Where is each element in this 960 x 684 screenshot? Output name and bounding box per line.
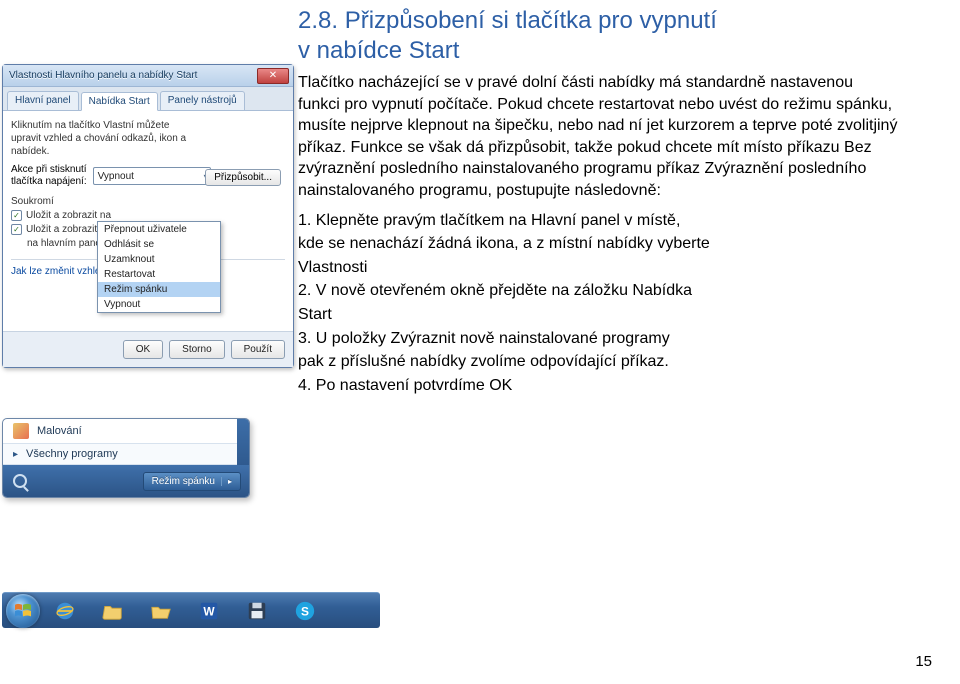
start-menu-side bbox=[237, 419, 249, 465]
check1-text: Uložit a zobrazit na bbox=[26, 210, 111, 221]
menu-item-shutdown[interactable]: Vypnout bbox=[98, 297, 220, 312]
taskbar-skype[interactable]: S bbox=[282, 596, 328, 626]
checkbox-icon: ✓ bbox=[11, 210, 22, 221]
dialog-titlebar: Vlastnosti Hlavního panelu a nabídky Sta… bbox=[3, 65, 293, 87]
dialog-hint: Kliknutím na tlačítko Vlastní můžete upr… bbox=[11, 119, 201, 158]
tab-start-menu[interactable]: Nabídka Start bbox=[81, 92, 158, 111]
step-4: 4. Po nastavení potvrdíme OK bbox=[298, 375, 898, 397]
shutdown-area: Režim spánku ▸ bbox=[3, 465, 249, 497]
start-menu-fragment: Malování ▸ Všechny programy Režim spánku… bbox=[2, 418, 250, 498]
chevron-right-icon: ▸ bbox=[13, 449, 18, 460]
menu-item-switch-user[interactable]: Přepnout uživatele bbox=[98, 222, 220, 237]
dropdown-value: Vypnout bbox=[98, 171, 134, 182]
menu-item-restart[interactable]: Restartovat bbox=[98, 267, 220, 282]
folder-open-icon bbox=[150, 600, 172, 622]
heading-line1: 2.8. Přizpůsobení si tlačítka pro vypnut… bbox=[298, 7, 717, 34]
step-1c: Vlastnosti bbox=[298, 257, 898, 279]
tab-toolbars[interactable]: Panely nástrojů bbox=[160, 91, 245, 110]
start-button[interactable] bbox=[6, 594, 40, 628]
privacy-check-1[interactable]: ✓ Uložit a zobrazit na bbox=[11, 210, 285, 221]
power-button-label: Režim spánku bbox=[152, 476, 215, 487]
article-text: 2.8. Přizpůsobení si tlačítka pro vypnut… bbox=[298, 6, 898, 398]
step-3a: 3. U položky Zvýraznit nově nainstalovan… bbox=[298, 328, 898, 350]
taskbar-explorer[interactable] bbox=[90, 596, 136, 626]
step-2a: 2. V nově otevřeném okně přejděte na zál… bbox=[298, 280, 898, 302]
taskbar-save[interactable] bbox=[234, 596, 280, 626]
ie-icon bbox=[54, 600, 76, 622]
taskbar-word[interactable]: W bbox=[186, 596, 232, 626]
dialog-body: Kliknutím na tlačítko Vlastní můžete upr… bbox=[3, 111, 293, 331]
intro-paragraph: Tlačítko nacházející se v pravé dolní čá… bbox=[298, 72, 898, 202]
svg-text:W: W bbox=[203, 604, 215, 618]
step-2b: Start bbox=[298, 304, 898, 326]
taskbar-explorer-open[interactable] bbox=[138, 596, 184, 626]
menu-item-sleep[interactable]: Režim spánku bbox=[98, 282, 220, 297]
folder-icon bbox=[102, 600, 124, 622]
menu-item-lock[interactable]: Uzamknout bbox=[98, 252, 220, 267]
word-icon: W bbox=[198, 600, 220, 622]
power-action-dropdown[interactable]: Vypnout ▾ bbox=[93, 167, 211, 185]
heading-line2: v nabídce Start bbox=[298, 37, 459, 64]
all-programs[interactable]: ▸ Všechny programy bbox=[3, 443, 249, 465]
ok-button[interactable]: OK bbox=[123, 340, 163, 359]
floppy-icon bbox=[246, 600, 268, 622]
tab-main-panel[interactable]: Hlavní panel bbox=[7, 91, 79, 110]
windows-logo-icon bbox=[14, 603, 32, 619]
start-item-paint[interactable]: Malování bbox=[3, 419, 249, 443]
close-icon: ✕ bbox=[269, 70, 277, 81]
privacy-label: Soukromí bbox=[11, 196, 285, 207]
paint-icon bbox=[13, 423, 29, 439]
step-1a: 1. Klepněte pravým tlačítkem na Hlavní p… bbox=[298, 210, 898, 232]
taskbar: W S bbox=[2, 592, 380, 628]
search-icon bbox=[13, 474, 27, 488]
taskbar-ie[interactable] bbox=[42, 596, 88, 626]
power-button[interactable]: Režim spánku ▸ bbox=[143, 472, 241, 491]
dialog-tabs: Hlavní panel Nabídka Start Panely nástro… bbox=[3, 87, 293, 111]
power-action-menu[interactable]: Přepnout uživatele Odhlásit se Uzamknout… bbox=[97, 221, 221, 313]
cancel-button[interactable]: Storno bbox=[169, 340, 224, 359]
svg-text:S: S bbox=[301, 604, 309, 618]
menu-item-logoff[interactable]: Odhlásit se bbox=[98, 237, 220, 252]
heading: 2.8. Přizpůsobení si tlačítka pro vypnut… bbox=[298, 6, 898, 66]
checkbox-icon: ✓ bbox=[11, 224, 22, 235]
step-3b: pak z příslušné nabídky zvolíme odpovída… bbox=[298, 351, 898, 373]
skype-icon: S bbox=[294, 600, 316, 622]
chevron-right-icon: ▸ bbox=[221, 477, 232, 486]
apply-button[interactable]: Použít bbox=[231, 340, 285, 359]
power-action-label: Akce při stisknutí tlačítka napájení: bbox=[11, 164, 87, 188]
properties-dialog: Vlastnosti Hlavního panelu a nabídky Sta… bbox=[2, 64, 294, 368]
close-button[interactable]: ✕ bbox=[257, 68, 289, 84]
dialog-title: Vlastnosti Hlavního panelu a nabídky Sta… bbox=[9, 70, 197, 81]
page-number: 15 bbox=[915, 653, 932, 670]
step-list: 1. Klepněte pravým tlačítkem na Hlavní p… bbox=[298, 210, 898, 397]
customize-button[interactable]: Přizpůsobit... bbox=[205, 169, 281, 186]
step-1b: kde se nenachází žádná ikona, a z místní… bbox=[298, 233, 898, 255]
dialog-button-row: OK Storno Použít bbox=[3, 331, 293, 367]
